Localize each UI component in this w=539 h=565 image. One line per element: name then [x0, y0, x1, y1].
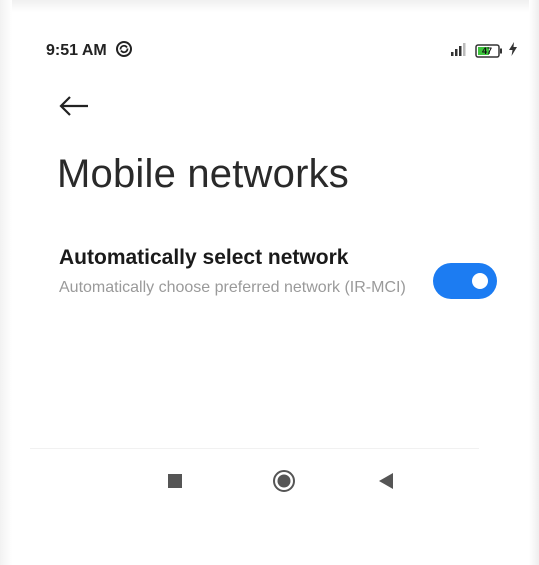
recents-button[interactable] [159, 467, 191, 499]
arrow-left-icon [58, 95, 90, 122]
signal-icon [451, 42, 469, 61]
nav-back-button[interactable] [370, 467, 402, 499]
status-bar: 9:51 AM 47 [46, 38, 517, 64]
recents-square-icon [167, 473, 183, 494]
screen: 9:51 AM 47 Mobile networks Automatically… [0, 0, 539, 565]
auto-select-network-row[interactable]: Automatically select network Automatical… [58, 240, 509, 330]
setting-subtitle: Automatically choose preferred network (… [59, 279, 406, 296]
back-triangle-icon [378, 472, 394, 495]
home-button[interactable] [268, 467, 300, 499]
battery-level-text: 47 [482, 46, 493, 56]
navigation-bar [30, 448, 479, 509]
status-time: 9:51 AM [46, 42, 107, 59]
charging-icon [509, 41, 517, 61]
status-bar-right: 47 [451, 41, 517, 61]
toggle-knob [472, 273, 488, 289]
page-title: Mobile networks [57, 152, 350, 196]
back-button[interactable] [58, 92, 98, 124]
frame-edge-left [0, 0, 12, 565]
setting-title: Automatically select network [59, 246, 349, 269]
auto-select-network-toggle[interactable] [433, 263, 497, 299]
battery-icon: 47 [475, 44, 503, 58]
status-bar-left: 9:51 AM [46, 40, 133, 63]
frame-edge-right [529, 0, 539, 565]
frame-edge-top [0, 0, 539, 12]
home-circle-icon [272, 469, 296, 498]
sync-status-icon [115, 40, 133, 63]
